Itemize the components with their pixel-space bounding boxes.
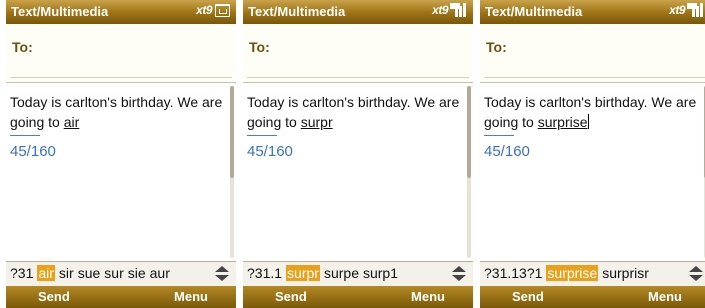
scrollbar[interactable] — [467, 86, 471, 258]
candidate-bar[interactable]: ?31.1 surpr surpe surp1 — [243, 261, 473, 287]
candidate-item[interactable]: aur — [150, 265, 170, 281]
counter-separator — [247, 135, 277, 136]
char-counter: 45/160 — [484, 143, 530, 160]
app-title: Text/Multimedia — [248, 4, 346, 19]
message-prefix: Today is carlton's birthday. We are goin… — [10, 94, 223, 130]
to-label: To: — [12, 39, 33, 55]
title-bar: Text/Multimedia xt9 — [243, 0, 473, 24]
candidate-item-selected[interactable]: air — [37, 265, 55, 281]
candidate-list: ?31.13?1 surprise surprisr — [484, 265, 653, 281]
softkey-bar: Send Menu — [243, 286, 473, 308]
input-mode-indicator[interactable]: xt9 — [669, 3, 685, 17]
up-down-arrows-icon[interactable] — [214, 266, 230, 282]
candidate-item[interactable]: sir — [59, 265, 74, 281]
candidate-bar[interactable]: ?31.13?1 surprise surprisr — [480, 261, 705, 287]
phone-screen-2: Text/Multimedia xt9 To: Today is carlton… — [243, 0, 473, 308]
input-mode-indicator[interactable]: xt9 — [196, 3, 212, 17]
status-indicators: xt9 — [432, 3, 467, 17]
status-indicators: xt9 — [196, 3, 230, 17]
recipient-area: To: — [243, 24, 473, 83]
counter-separator — [10, 135, 40, 136]
candidate-item[interactable]: ?31.1 — [247, 265, 282, 281]
up-down-arrows-icon[interactable] — [688, 266, 704, 282]
recipient-area: To: — [6, 24, 236, 83]
scrollbar[interactable] — [230, 86, 234, 258]
current-word: surprise — [537, 114, 588, 130]
inbox-icon — [215, 4, 230, 17]
candidate-item-selected[interactable]: surprise — [546, 265, 599, 281]
char-counter: 45/160 — [10, 143, 56, 160]
input-mode-indicator[interactable]: xt9 — [432, 3, 448, 17]
candidate-bar[interactable]: ?31 air sir sue sur sie aur — [6, 261, 236, 287]
candidate-item[interactable]: ?31 — [10, 265, 33, 281]
message-prefix: Today is carlton's birthday. We are goin… — [247, 94, 460, 130]
candidate-item[interactable]: surpe — [324, 265, 359, 281]
title-bar: Text/Multimedia xt9 — [6, 0, 236, 24]
candidate-item[interactable]: ?31.13?1 — [484, 265, 542, 281]
text-caret — [587, 114, 589, 129]
softkey-bar: Send Menu — [480, 286, 705, 308]
message-text[interactable]: Today is carlton's birthday. We are goin… — [247, 92, 462, 132]
candidate-item[interactable]: sie — [128, 265, 146, 281]
char-counter: 45/160 — [247, 143, 293, 160]
menu-softkey[interactable]: Menu — [648, 289, 682, 304]
scrollbar-thumb[interactable] — [467, 86, 471, 178]
to-field[interactable] — [484, 77, 705, 78]
recipient-area: To: — [480, 24, 705, 83]
signal-icon — [450, 3, 467, 17]
send-softkey[interactable]: Send — [38, 289, 70, 304]
candidate-item[interactable]: sur — [104, 265, 123, 281]
candidate-item[interactable]: surprisr — [602, 265, 649, 281]
candidate-item[interactable]: sue — [78, 265, 101, 281]
message-text[interactable]: Today is carlton's birthday. We are goin… — [484, 92, 699, 132]
scrollbar-thumb[interactable] — [230, 86, 234, 178]
to-field[interactable] — [10, 77, 232, 78]
send-softkey[interactable]: Send — [512, 289, 544, 304]
title-bar: Text/Multimedia xt9 — [480, 0, 705, 24]
counter-separator — [484, 135, 514, 136]
to-label: To: — [486, 39, 507, 55]
phone-screen-3: Text/Multimedia xt9 To: Today is carlton… — [480, 0, 705, 308]
phone-screen-1: Text/Multimedia xt9 To: Today is carlton… — [6, 0, 236, 308]
status-indicators: xt9 — [669, 3, 704, 17]
signal-icon — [687, 3, 704, 17]
candidate-item-selected[interactable]: surpr — [286, 265, 320, 281]
send-softkey[interactable]: Send — [275, 289, 307, 304]
menu-softkey[interactable]: Menu — [411, 289, 445, 304]
app-title: Text/Multimedia — [485, 4, 583, 19]
menu-softkey[interactable]: Menu — [174, 289, 208, 304]
current-word: surpr — [300, 114, 333, 130]
message-text[interactable]: Today is carlton's birthday. We are goin… — [10, 92, 225, 132]
to-label: To: — [249, 39, 270, 55]
candidate-list: ?31.1 surpr surpe surp1 — [247, 265, 402, 281]
app-title: Text/Multimedia — [11, 4, 109, 19]
message-prefix: Today is carlton's birthday. We are goin… — [484, 94, 697, 130]
current-word: air — [63, 114, 80, 130]
softkey-bar: Send Menu — [6, 286, 236, 308]
candidate-item[interactable]: surp1 — [363, 265, 398, 281]
candidate-list: ?31 air sir sue sur sie aur — [10, 265, 174, 281]
to-field[interactable] — [247, 77, 469, 78]
up-down-arrows-icon[interactable] — [451, 266, 467, 282]
